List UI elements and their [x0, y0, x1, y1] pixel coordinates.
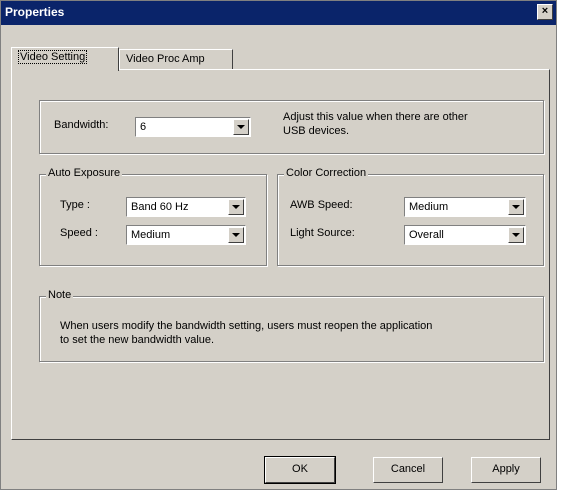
light-source-value: Overall	[409, 229, 444, 241]
tab-video-setting-label: Video Setting	[18, 50, 88, 64]
light-source-label: Light Source:	[290, 227, 355, 239]
close-icon: ×	[541, 5, 549, 17]
light-source-select[interactable]: Overall	[404, 225, 526, 245]
speed-label: Speed :	[60, 227, 98, 239]
apply-button[interactable]: Apply	[471, 457, 541, 483]
properties-dialog: Properties × Video Setting Video Proc Am…	[0, 0, 557, 490]
speed-select[interactable]: Medium	[126, 225, 246, 245]
chevron-down-icon[interactable]	[233, 119, 249, 135]
type-select[interactable]: Band 60 Hz	[126, 197, 246, 217]
awb-speed-value: Medium	[409, 201, 449, 213]
note-line1: When users modify the bandwidth setting,…	[60, 320, 433, 332]
bandwidth-group: Bandwidth: 6 Adjust this value when ther…	[39, 100, 544, 154]
tab-video-proc-amp[interactable]: Video Proc Amp	[119, 49, 233, 69]
chevron-down-icon[interactable]	[228, 227, 244, 243]
close-button[interactable]: ×	[537, 4, 553, 20]
video-setting-panel: Bandwidth: 6 Adjust this value when ther…	[11, 69, 550, 440]
chevron-down-icon[interactable]	[228, 199, 244, 215]
ok-button[interactable]: OK	[264, 456, 336, 484]
bandwidth-hint-line2: USB devices.	[283, 125, 350, 137]
note-line2: to set the new bandwidth value.	[60, 334, 215, 346]
color-correction-title: Color Correction	[284, 167, 369, 179]
bandwidth-label: Bandwidth:	[54, 119, 109, 131]
chevron-down-icon[interactable]	[508, 199, 524, 215]
title-bar[interactable]: Properties ×	[1, 1, 556, 25]
type-label: Type :	[60, 199, 90, 211]
cancel-button[interactable]: Cancel	[373, 457, 443, 483]
tab-video-setting[interactable]: Video Setting	[11, 47, 119, 71]
awb-speed-select[interactable]: Medium	[404, 197, 526, 217]
type-value: Band 60 Hz	[131, 201, 189, 213]
note-group: Note When users modify the bandwidth set…	[39, 289, 544, 362]
bandwidth-hint-line1: Adjust this value when there are other	[283, 111, 468, 123]
tab-video-proc-amp-label: Video Proc Amp	[126, 53, 205, 65]
window-title: Properties	[5, 5, 65, 19]
speed-value: Medium	[131, 229, 171, 241]
note-title: Note	[46, 289, 74, 301]
bandwidth-value: 6	[140, 121, 147, 133]
auto-exposure-group: Auto Exposure Type : Band 60 Hz Speed : …	[39, 167, 267, 266]
chevron-down-icon[interactable]	[508, 227, 524, 243]
color-correction-group: Color Correction AWB Speed: Medium Light…	[277, 167, 544, 266]
auto-exposure-title: Auto Exposure	[46, 167, 123, 179]
bandwidth-select[interactable]: 6	[135, 117, 251, 137]
awb-speed-label: AWB Speed:	[290, 199, 353, 211]
